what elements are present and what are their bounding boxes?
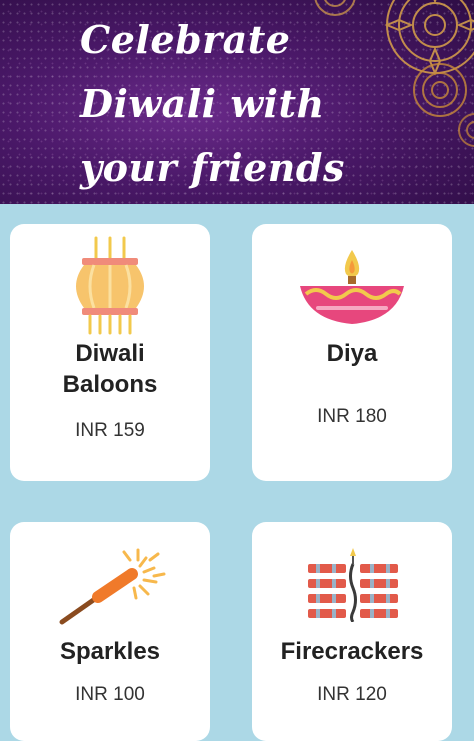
product-grid: Diwali Baloons INR 159 Diya INR 180 Spar… xyxy=(0,204,474,741)
product-name: Sparkles xyxy=(59,638,161,665)
product-card-firecrackers[interactable]: Firecrackers INR 120 xyxy=(252,522,452,741)
product-name: Firecrackers xyxy=(280,638,424,665)
product-price: INR 180 xyxy=(317,406,387,427)
product-price: INR 120 xyxy=(317,684,387,705)
banner-title: Celebrate Diwali with your friends xyxy=(80,17,345,190)
banner: Celebrate Diwali with your friends xyxy=(0,0,474,204)
product-name: Diwali Baloons xyxy=(62,340,158,398)
product-card-diwali-baloons[interactable]: Diwali Baloons INR 159 xyxy=(10,224,210,481)
product-price: INR 100 xyxy=(75,684,145,705)
product-card-sparkles[interactable]: Sparkles INR 100 xyxy=(10,522,210,741)
firecracker-icon xyxy=(308,548,398,622)
diya-icon xyxy=(300,250,404,324)
product-name: Diya xyxy=(326,340,378,367)
product-price: INR 159 xyxy=(75,420,145,441)
sparkler-icon xyxy=(59,548,166,625)
lantern-icon xyxy=(76,236,144,335)
mandala-decoration-icon xyxy=(458,113,474,147)
product-card-diya[interactable]: Diya INR 180 xyxy=(252,224,452,481)
